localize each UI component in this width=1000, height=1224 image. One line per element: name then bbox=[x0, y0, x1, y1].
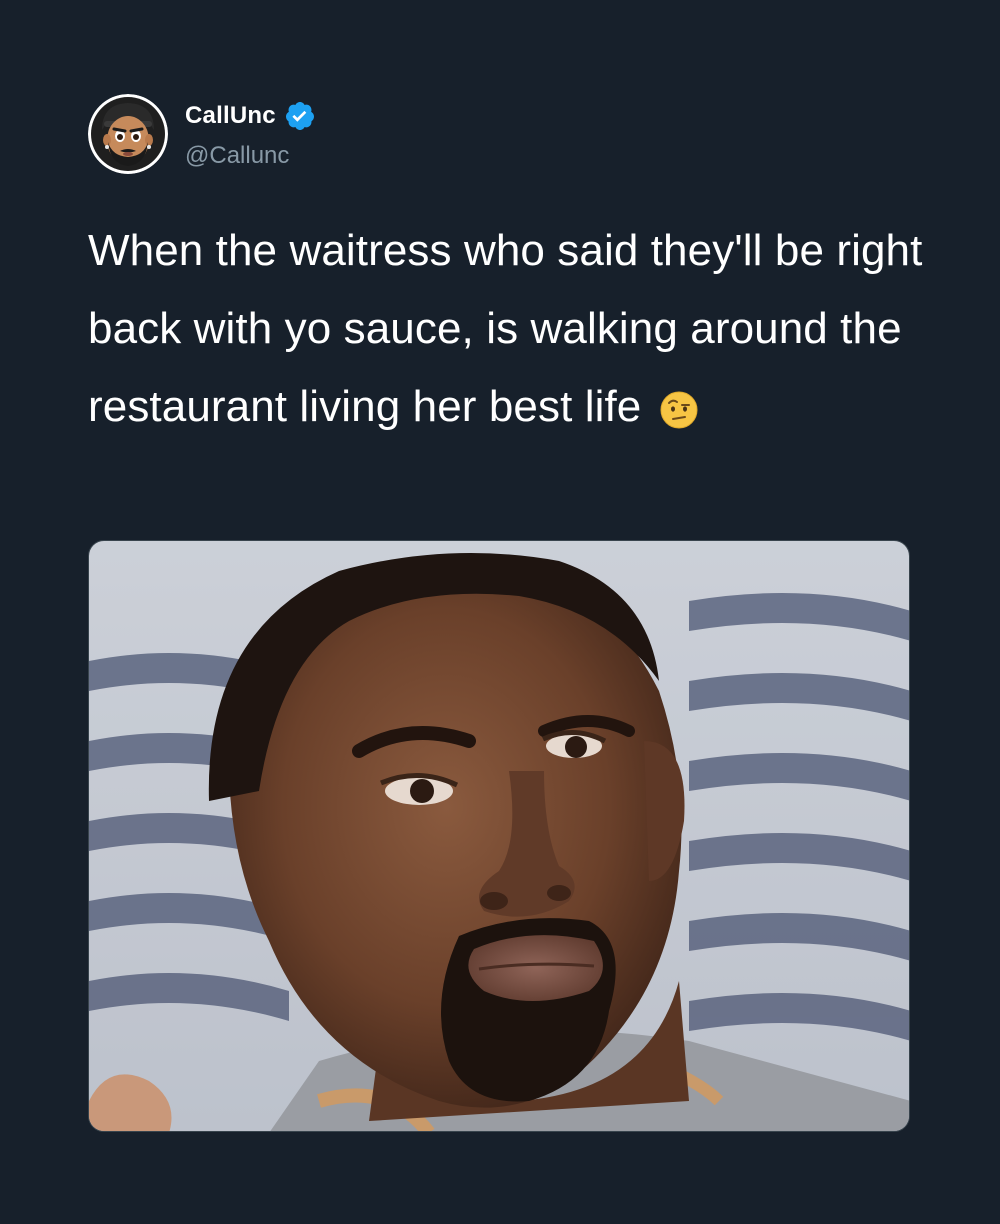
name-row: CallUnc bbox=[185, 98, 316, 134]
avatar-illustration-icon bbox=[88, 94, 168, 174]
tweet-card: CallUnc @Callunc When the waitress who s… bbox=[0, 0, 1000, 1224]
tweet-text: When the waitress who said they'll be ri… bbox=[88, 212, 928, 446]
user-names: CallUnc @Callunc bbox=[185, 98, 316, 170]
tweet-text-content: When the waitress who said they'll be ri… bbox=[88, 226, 923, 431]
verified-badge-icon bbox=[284, 100, 316, 132]
display-name[interactable]: CallUnc bbox=[185, 102, 276, 130]
avatar[interactable] bbox=[88, 94, 168, 174]
face-with-raised-eyebrow-icon bbox=[658, 378, 700, 429]
man-pouting-face-photo-icon bbox=[89, 541, 909, 1131]
user-handle[interactable]: @Callunc bbox=[185, 142, 316, 170]
tweet-header: CallUnc @Callunc bbox=[88, 94, 316, 174]
tweet-media-photo[interactable] bbox=[88, 540, 910, 1132]
